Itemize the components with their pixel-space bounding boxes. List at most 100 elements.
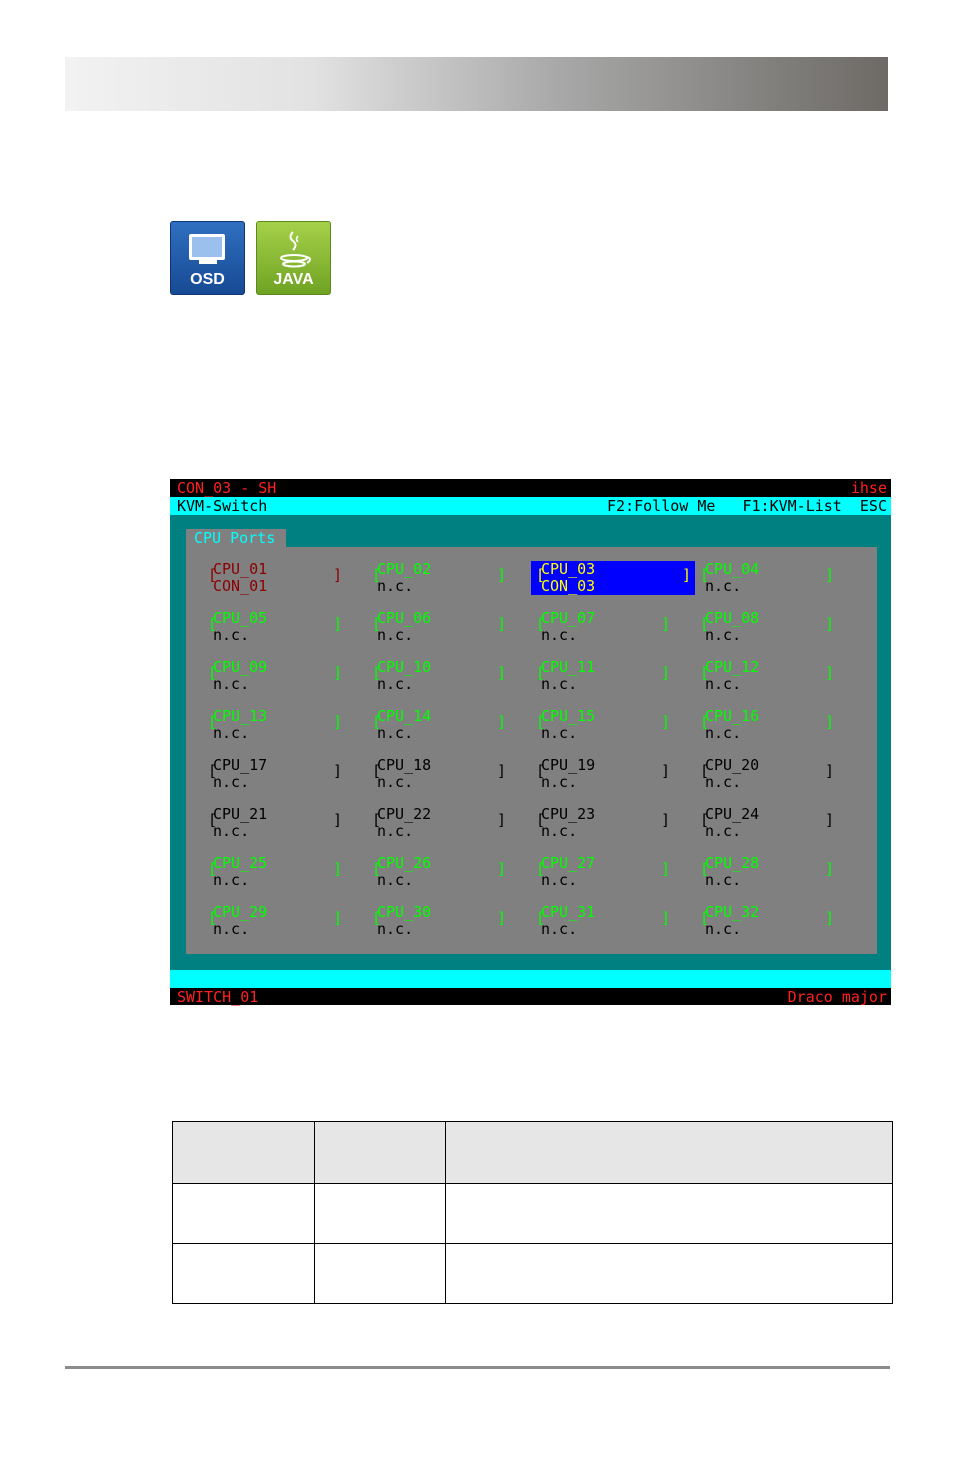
cpu-port-15[interactable]: [CPU_15 n.c.] (514, 708, 674, 742)
osd-title-bar: CON_03 - SH ihse (170, 479, 891, 497)
cpu-port-26[interactable]: [CPU_26 n.c.] (350, 855, 510, 889)
cpu-port-name: CPU_15 (541, 707, 596, 725)
cpu-port-29[interactable]: [CPU_29 n.c.] (186, 904, 346, 938)
cpu-port-1[interactable]: [CPU_01 CON_01] (186, 561, 346, 595)
vendor-label: ihse (850, 479, 887, 497)
cpu-port-18[interactable]: [CPU_18 n.c.] (350, 757, 510, 791)
osd-status-bar: SWITCH_01 Draco major (170, 988, 891, 1006)
cpu-port-4[interactable]: [CPU_04 n.c.] (678, 561, 838, 595)
hotkey-hints[interactable]: F2:Follow Me F1:KVM-List ESC (607, 497, 887, 515)
cpu-ports-tab[interactable]: CPU Ports (186, 529, 286, 547)
cpu-port-connection: n.c. (377, 871, 414, 889)
cpu-port-name: CPU_26 (377, 854, 432, 872)
cpu-port-9[interactable]: [CPU_09 n.c.] (186, 659, 346, 693)
cpu-port-connection: n.c. (705, 675, 742, 693)
bracket-right: ] (496, 909, 506, 927)
java-badge-label: JAVA (273, 271, 314, 288)
page-header-bar (65, 57, 888, 111)
bracket-right: ] (660, 909, 670, 927)
cpu-port-name: CPU_30 (377, 903, 432, 921)
bracket-right: ] (660, 713, 670, 731)
cpu-port-11[interactable]: [CPU_11 n.c.] (514, 659, 674, 693)
cpu-port-5[interactable]: [CPU_05 n.c.] (186, 610, 346, 644)
cpu-port-20[interactable]: [CPU_20 n.c.] (678, 757, 838, 791)
bracket-right: ] (496, 811, 506, 829)
table-header-cell (314, 1121, 446, 1184)
cpu-port-27[interactable]: [CPU_27 n.c.] (514, 855, 674, 889)
cpu-port-3[interactable]: [CPU_03 CON_03] (531, 561, 695, 595)
osd-badge-label: OSD (190, 271, 225, 288)
bracket-right: ] (332, 762, 342, 780)
cpu-port-name: CPU_12 (705, 658, 760, 676)
cpu-port-name: CPU_24 (705, 805, 760, 823)
cpu-port-name: CPU_01 (213, 560, 268, 578)
cpu-port-22[interactable]: [CPU_22 n.c.] (350, 806, 510, 840)
table-header-row (172, 1121, 893, 1184)
cpu-port-16[interactable]: [CPU_16 n.c.] (678, 708, 838, 742)
bracket-right: ] (824, 909, 834, 927)
bracket-right: ] (332, 713, 342, 731)
cpu-port-connection: n.c. (705, 577, 742, 595)
bracket-right: ] (824, 860, 834, 878)
cpu-port-name: CPU_29 (213, 903, 268, 921)
cpu-port-6[interactable]: [CPU_06 n.c.] (350, 610, 510, 644)
osd-screen: CON_03 - SH ihse KVM-Switch F2:Follow Me… (170, 479, 891, 1006)
bracket-right: ] (824, 664, 834, 682)
cpu-port-23[interactable]: [CPU_23 n.c.] (514, 806, 674, 840)
cpu-ports-panel: [CPU_01 CON_01][CPU_02 n.c.] [CPU_03 CON_03]… (186, 547, 877, 954)
bracket-right: ] (332, 909, 342, 927)
cpu-port-connection: n.c. (213, 920, 250, 938)
cpu-port-connection: n.c. (541, 724, 578, 742)
cpu-port-32[interactable]: [CPU_32 n.c.] (678, 904, 838, 938)
cpu-port-connection: n.c. (541, 626, 578, 644)
cpu-port-25[interactable]: [CPU_25 n.c.] (186, 855, 346, 889)
cpu-port-21[interactable]: [CPU_21 n.c.] (186, 806, 346, 840)
cpu-port-name: CPU_03 (541, 560, 596, 578)
cpu-port-connection: n.c. (705, 724, 742, 742)
cpu-port-19[interactable]: [CPU_19 n.c.] (514, 757, 674, 791)
bracket-right: ] (496, 860, 506, 878)
table-cell (445, 1243, 893, 1304)
cpu-port-name: CPU_10 (377, 658, 432, 676)
cpu-port-name: CPU_05 (213, 609, 268, 627)
cpu-port-connection: n.c. (377, 626, 414, 644)
cpu-port-connection: n.c. (705, 626, 742, 644)
cpu-port-14[interactable]: [CPU_14 n.c.] (350, 708, 510, 742)
device-model: Draco major (787, 988, 887, 1006)
cpu-port-connection: n.c. (705, 773, 742, 791)
cpu-port-24[interactable]: [CPU_24 n.c.] (678, 806, 838, 840)
cpu-port-10[interactable]: [CPU_10 n.c.] (350, 659, 510, 693)
cpu-port-name: CPU_17 (213, 756, 268, 774)
cpu-port-connection: n.c. (541, 773, 578, 791)
bracket-right: ] (660, 762, 670, 780)
cpu-port-31[interactable]: [CPU_31 n.c.] (514, 904, 674, 938)
table-header-cell (445, 1121, 893, 1184)
cpu-port-name: CPU_06 (377, 609, 432, 627)
cpu-port-connection: n.c. (213, 822, 250, 840)
cpu-port-13[interactable]: [CPU_13 n.c.] (186, 708, 346, 742)
cpu-port-30[interactable]: [CPU_30 n.c.] (350, 904, 510, 938)
cpu-port-connection: n.c. (705, 871, 742, 889)
cpu-port-connection: n.c. (377, 920, 414, 938)
cpu-port-2[interactable]: [CPU_02 n.c.] (350, 561, 510, 595)
table-cell (445, 1183, 893, 1244)
cpu-port-name: CPU_20 (705, 756, 760, 774)
cpu-port-12[interactable]: [CPU_12 n.c.] (678, 659, 838, 693)
cpu-port-8[interactable]: [CPU_08 n.c.] (678, 610, 838, 644)
bracket-right: ] (332, 615, 342, 633)
bracket-right: ] (824, 566, 834, 584)
cpu-port-name: CPU_07 (541, 609, 596, 627)
cpu-port-name: CPU_22 (377, 805, 432, 823)
bracket-right: ] (496, 615, 506, 633)
cpu-port-name: CPU_28 (705, 854, 760, 872)
bracket-right: ] (496, 713, 506, 731)
table-cell (172, 1183, 315, 1244)
cpu-port-connection: n.c. (377, 577, 414, 595)
table-cell (172, 1243, 315, 1304)
cpu-port-7[interactable]: [CPU_07 n.c.] (514, 610, 674, 644)
cpu-port-connection: n.c. (541, 920, 578, 938)
table-cell (314, 1183, 446, 1244)
cpu-port-28[interactable]: [CPU_28 n.c.] (678, 855, 838, 889)
cpu-port-connection: n.c. (705, 920, 742, 938)
cpu-port-17[interactable]: [CPU_17 n.c.] (186, 757, 346, 791)
